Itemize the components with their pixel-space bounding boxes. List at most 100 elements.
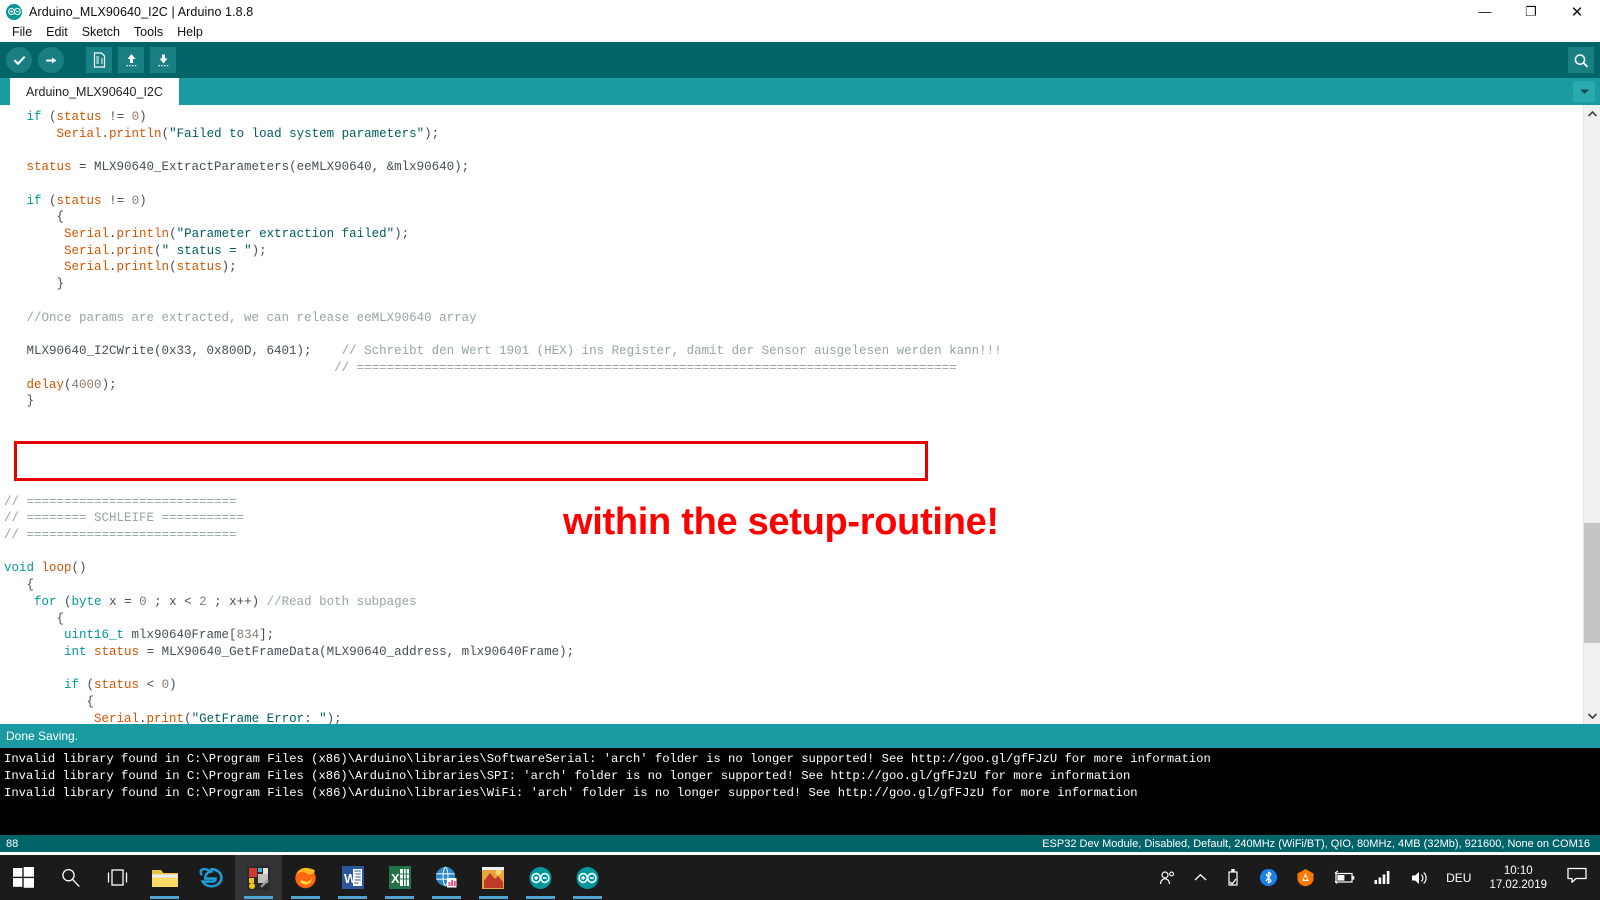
menu-file[interactable]: File <box>5 23 39 42</box>
scrollbar-thumb[interactable] <box>1584 523 1600 643</box>
excel-icon: X <box>388 866 411 889</box>
open-sketch-button[interactable] <box>118 47 144 73</box>
arduino-infinity-icon <box>6 3 22 20</box>
file-explorer-button[interactable] <box>141 855 188 900</box>
code-line: { <box>4 695 95 710</box>
internet-explorer-button[interactable] <box>188 855 235 900</box>
arrow-up-icon <box>126 54 136 67</box>
window-title: Arduino_MLX90640_I2C | Arduino 1.8.8 <box>29 4 254 19</box>
minimize-button[interactable]: — <box>1462 0 1508 23</box>
battery-icon[interactable] <box>1324 870 1365 885</box>
language-indicator[interactable]: DEU <box>1438 871 1479 885</box>
code-line: } <box>4 394 35 409</box>
menu-help[interactable]: Help <box>170 23 210 42</box>
firefox-button[interactable] <box>282 855 329 900</box>
signal-bars-icon[interactable] <box>1365 870 1401 885</box>
arduino-ide-taskbar-button[interactable] <box>235 855 282 900</box>
task-view-icon <box>107 869 128 886</box>
excel-button[interactable]: X <box>376 855 423 900</box>
new-sketch-button[interactable] <box>86 47 112 73</box>
code-line: if (status < 0) <box>64 678 177 693</box>
new-file-icon <box>93 52 105 68</box>
people-icon[interactable] <box>1149 869 1185 887</box>
source-code[interactable]: if (status != 0) Serial.println("Failed … <box>0 105 1600 724</box>
console-line: Invalid library found in C:\Program File… <box>4 768 1131 783</box>
upload-button[interactable] <box>38 47 64 73</box>
scroll-up-arrow[interactable] <box>1584 105 1600 122</box>
word-icon: W <box>341 866 364 889</box>
code-line: { <box>4 210 65 225</box>
chevron-up-icon[interactable] <box>1185 873 1216 882</box>
arduino-ide-window: Arduino_MLX90640_I2C | Arduino 1.8.8 — ❐… <box>0 0 1600 900</box>
arduino-infinity-icon <box>529 866 552 889</box>
close-button[interactable]: ✕ <box>1554 0 1600 23</box>
editor-scrollbar[interactable] <box>1583 105 1600 724</box>
media-icon <box>482 866 504 889</box>
serial-monitor-button[interactable] <box>1568 47 1594 73</box>
speaker-icon[interactable] <box>1401 870 1438 886</box>
windows-logo-icon <box>13 867 34 888</box>
arrow-right-icon <box>45 56 56 64</box>
bluetooth-icon[interactable] <box>1250 868 1287 887</box>
globe-icon <box>435 866 457 888</box>
task-view-button[interactable] <box>94 855 141 900</box>
code-line: uint16_t mlx90640Frame[834]; <box>64 628 275 643</box>
clock-time: 10:10 <box>1503 864 1533 877</box>
media-app-button[interactable] <box>470 855 517 900</box>
browser-app-button[interactable] <box>423 855 470 900</box>
bottom-status-bar: 88 ESP32 Dev Module, Disabled, Default, … <box>0 835 1600 852</box>
code-line: Serial.print(" status = "); <box>64 243 267 258</box>
menu-sketch[interactable]: Sketch <box>75 23 127 42</box>
clock-date: 17.02.2019 <box>1489 878 1547 891</box>
menu-tools[interactable]: Tools <box>127 23 170 42</box>
system-tray: DEU 10:10 17.02.2019 <box>1149 855 1600 900</box>
save-status-bar: Done Saving. <box>0 724 1600 748</box>
code-editor[interactable]: if (status != 0) Serial.println("Failed … <box>0 105 1600 724</box>
chevron-up-icon <box>1587 110 1597 117</box>
code-line: // =====================================… <box>334 360 957 375</box>
code-line: for (byte x = 0 ; x < 2 ; x++) //Read bo… <box>34 594 417 609</box>
word-button[interactable]: W <box>329 855 376 900</box>
code-line: if (status != 0) <box>26 110 147 124</box>
clock[interactable]: 10:10 17.02.2019 <box>1479 864 1557 892</box>
menu-edit[interactable]: Edit <box>39 23 75 42</box>
board-info: ESP32 Dev Module, Disabled, Default, 240… <box>1042 837 1590 850</box>
code-line: } <box>4 277 65 292</box>
save-sketch-button[interactable] <box>150 47 176 73</box>
code-line: Serial.println("Failed to load system pa… <box>56 126 440 141</box>
maximize-button[interactable]: ❐ <box>1508 0 1554 23</box>
app-icon <box>247 865 270 890</box>
code-line: { <box>4 578 35 593</box>
usb-safely-remove-icon[interactable] <box>1216 868 1250 887</box>
arduino-window-2-button[interactable] <box>564 855 611 900</box>
notification-center-button[interactable] <box>1557 867 1600 889</box>
magnifier-icon <box>62 868 80 887</box>
scroll-down-arrow[interactable] <box>1584 707 1600 724</box>
tab-menu-button[interactable] <box>1573 81 1595 102</box>
verify-button[interactable] <box>6 47 32 73</box>
firefox-icon <box>295 867 316 889</box>
start-button[interactable] <box>0 855 47 900</box>
console-line: Invalid library found in C:\Program File… <box>4 785 1138 800</box>
arduino-window-1-button[interactable] <box>517 855 564 900</box>
code-line: status = MLX90640_ExtractParameters(eeML… <box>26 160 470 175</box>
console-output[interactable]: Invalid library found in C:\Program File… <box>0 748 1600 835</box>
code-line: delay(4000); <box>26 377 117 392</box>
chevron-down-icon <box>1588 712 1597 719</box>
code-line: int status = MLX90640_GetFrameData(MLX90… <box>64 645 575 659</box>
tab-arduino-mlx90640-i2c[interactable]: Arduino_MLX90640_I2C <box>10 78 179 105</box>
code-line: Serial.println("Parameter extraction fai… <box>64 227 410 242</box>
line-number: 88 <box>6 837 19 850</box>
code-line: void loop() <box>4 561 87 576</box>
avast-icon[interactable] <box>1287 868 1324 887</box>
search-button[interactable] <box>47 855 94 900</box>
